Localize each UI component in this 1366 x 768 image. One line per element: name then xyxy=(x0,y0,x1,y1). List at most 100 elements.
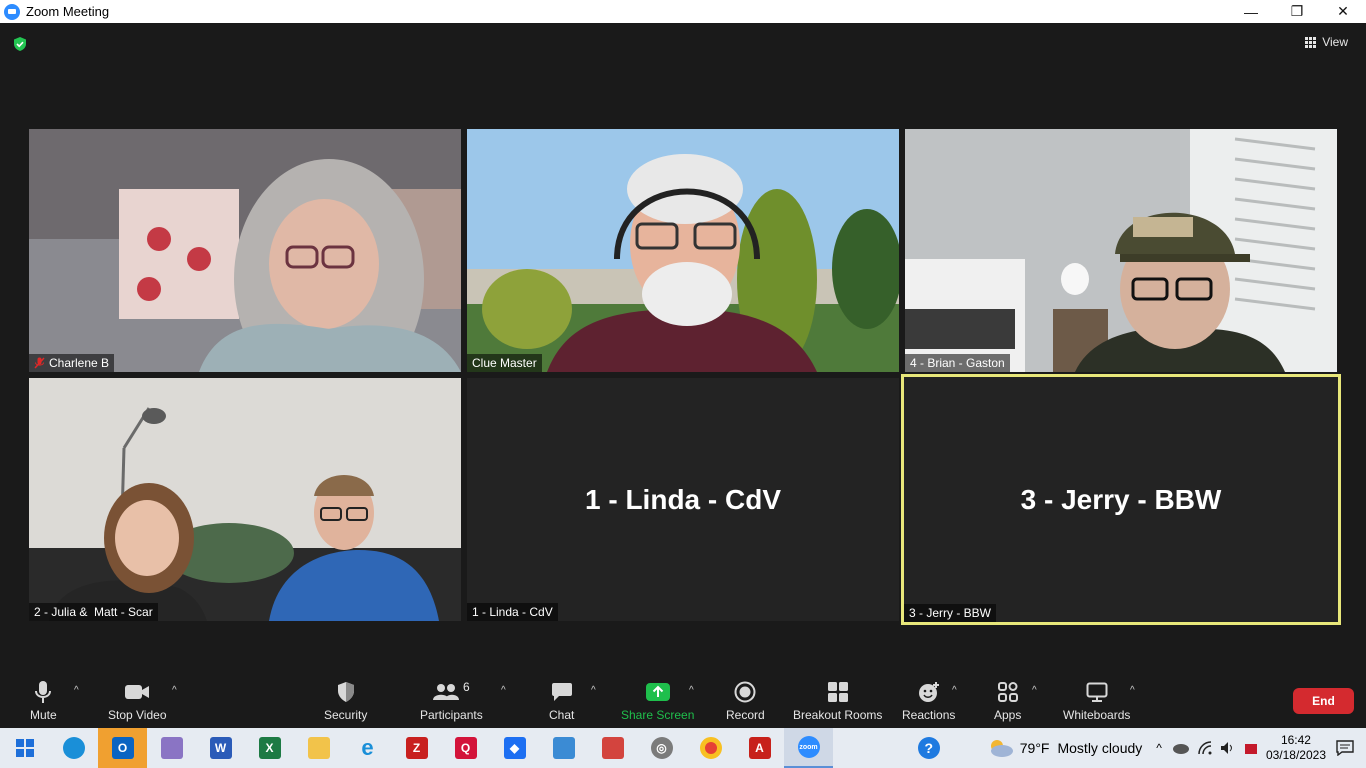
whiteboards-label: Whiteboards xyxy=(1063,708,1131,722)
chrome-icon xyxy=(699,737,722,759)
video-tile-clue-master[interactable]: Clue Master xyxy=(467,129,899,372)
onedrive-cloud-icon[interactable] xyxy=(1172,742,1190,754)
participant-name-tag: Clue Master xyxy=(467,354,542,372)
video-tile-julia-matt[interactable]: 2 - Julia & Matt - Scar xyxy=(29,378,461,621)
taskbar-app-red[interactable] xyxy=(588,728,637,768)
taskbar-app-blue[interactable] xyxy=(539,728,588,768)
participant-name: 1 - Linda - CdV xyxy=(472,605,553,619)
microphone-icon xyxy=(35,681,52,703)
video-feed xyxy=(467,129,899,372)
view-button[interactable]: View xyxy=(1305,35,1348,49)
whiteboards-options-caret[interactable]: ^ xyxy=(1130,685,1135,696)
weather-description[interactable]: Mostly cloudy xyxy=(1057,740,1142,756)
record-button[interactable]: Record xyxy=(726,679,765,722)
breakout-rooms-label: Breakout Rooms xyxy=(793,708,883,722)
apps-button[interactable]: Apps xyxy=(994,679,1021,722)
action-center-icon[interactable] xyxy=(1336,740,1354,756)
internet-explorer-icon: e xyxy=(361,735,374,760)
media-player-icon: ◎ xyxy=(650,737,673,759)
taskbar-media[interactable]: ◎ xyxy=(637,728,686,768)
quicken-icon: Q xyxy=(454,737,477,759)
stop-video-button[interactable]: Stop Video xyxy=(108,679,167,722)
taskbar-zoom[interactable]: zoom xyxy=(784,728,833,768)
red-app-icon xyxy=(601,737,624,759)
weather-temperature[interactable]: 79°F xyxy=(1020,740,1050,756)
reactions-smiley-icon xyxy=(918,682,939,702)
minimize-button[interactable]: — xyxy=(1228,0,1274,23)
participant-name: Clue Master xyxy=(472,356,537,370)
filezilla-icon: Z xyxy=(405,737,428,759)
participant-name: Charlene B xyxy=(49,356,110,370)
title-bar: Zoom Meeting — ❐ ✕ xyxy=(0,0,1366,23)
show-hidden-icons-caret[interactable]: ^ xyxy=(1156,741,1162,755)
chat-bubble-icon xyxy=(551,683,572,701)
notification-app-icon[interactable] xyxy=(1244,741,1258,755)
mute-button[interactable]: Mute xyxy=(30,679,57,722)
wifi-icon[interactable] xyxy=(1198,741,1214,755)
taskbar-chrome[interactable] xyxy=(686,728,735,768)
share-options-caret[interactable]: ^ xyxy=(689,685,694,696)
video-tile-jerry-active-speaker[interactable]: 3 - Jerry - BBW 3 - Jerry - BBW xyxy=(901,374,1341,625)
taskbar-word[interactable]: W xyxy=(196,728,245,768)
share-screen-button[interactable]: Share Screen xyxy=(621,679,694,722)
outlook-icon: O xyxy=(111,737,134,759)
taskbar-acrobat[interactable]: A xyxy=(735,728,784,768)
zoom-logo-icon xyxy=(4,3,20,20)
participants-button[interactable]: 6 Participants xyxy=(420,679,483,722)
start-button[interactable] xyxy=(0,728,49,768)
participant-display-name: 1 - Linda - CdV xyxy=(585,483,781,515)
meeting-toolbar: Mute ^ Stop Video ^ Security 6 Participa… xyxy=(0,673,1366,728)
windows-logo-icon xyxy=(15,739,34,757)
participant-name-tag: Charlene B xyxy=(29,354,115,372)
mute-label: Mute xyxy=(30,708,57,722)
video-tile-charlene[interactable]: Charlene B xyxy=(29,129,461,372)
record-label: Record xyxy=(726,708,765,722)
reactions-options-caret[interactable]: ^ xyxy=(952,685,957,696)
participant-name: 4 - Brian - Gaston xyxy=(910,356,1005,370)
taskbar-dropbox[interactable]: ◆ xyxy=(490,728,539,768)
share-screen-icon xyxy=(645,683,670,701)
taskbar-quicken[interactable]: Q xyxy=(441,728,490,768)
close-button[interactable]: ✕ xyxy=(1320,0,1366,23)
chat-label: Chat xyxy=(549,708,575,722)
volume-icon[interactable] xyxy=(1220,741,1236,755)
participant-name-tag: 4 - Brian - Gaston xyxy=(905,354,1010,372)
mic-muted-icon xyxy=(34,357,45,369)
participant-name: 2 - Julia & Matt - Scar xyxy=(34,605,153,619)
chat-options-caret[interactable]: ^ xyxy=(591,685,596,696)
stop-video-label: Stop Video xyxy=(108,708,167,722)
taskbar-edge[interactable] xyxy=(49,728,98,768)
video-feed xyxy=(905,129,1337,372)
encryption-shield-icon[interactable] xyxy=(12,36,28,52)
view-label: View xyxy=(1322,35,1348,49)
participants-options-caret[interactable]: ^ xyxy=(501,685,506,696)
participant-name-tag: 2 - Julia & Matt - Scar xyxy=(29,603,158,621)
taskbar-outlook[interactable]: O xyxy=(98,728,147,768)
chat-button[interactable]: Chat xyxy=(549,679,574,722)
system-clock[interactable]: 16:42 03/18/2023 xyxy=(1266,733,1326,763)
video-tile-linda[interactable]: 1 - Linda - CdV 1 - Linda - CdV xyxy=(467,378,899,621)
security-button[interactable]: Security xyxy=(324,679,367,722)
participant-name-tag: 3 - Jerry - BBW xyxy=(904,604,997,622)
apps-icon xyxy=(997,682,1018,702)
video-options-caret[interactable]: ^ xyxy=(172,685,177,696)
participants-count: 6 xyxy=(463,680,470,694)
taskbar-excel[interactable]: X xyxy=(245,728,294,768)
breakout-rooms-button[interactable]: Breakout Rooms xyxy=(793,679,882,722)
notes-app-icon xyxy=(160,737,183,759)
taskbar-internet-explorer[interactable]: e xyxy=(343,728,392,768)
help-icon[interactable]: ? xyxy=(917,737,940,759)
reactions-label: Reactions xyxy=(902,708,956,722)
taskbar-file-explorer[interactable] xyxy=(294,728,343,768)
security-shield-icon xyxy=(337,682,354,702)
taskbar-onenote[interactable] xyxy=(147,728,196,768)
apps-options-caret[interactable]: ^ xyxy=(1032,685,1037,696)
maximize-button[interactable]: ❐ xyxy=(1274,0,1320,23)
video-camera-icon xyxy=(125,685,150,699)
mute-options-caret[interactable]: ^ xyxy=(74,685,79,696)
whiteboards-button[interactable]: Whiteboards xyxy=(1063,679,1130,722)
reactions-button[interactable]: Reactions xyxy=(902,679,955,722)
taskbar-filezilla[interactable]: Z xyxy=(392,728,441,768)
end-meeting-button[interactable]: End xyxy=(1293,688,1354,714)
video-tile-brian[interactable]: 4 - Brian - Gaston xyxy=(905,129,1337,372)
